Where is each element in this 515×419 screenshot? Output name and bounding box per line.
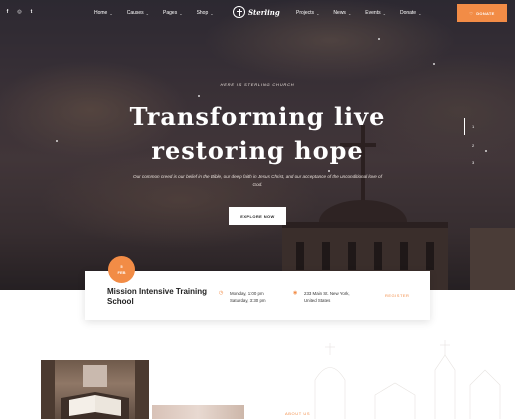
hero-headline-line-1: Transforming live — [129, 102, 386, 131]
chevron-down-icon: ⌄ — [382, 10, 386, 16]
event-time-line-2: Saturday, 3:30 pm — [230, 298, 266, 303]
event-date-badge: 5 FEB — [108, 256, 135, 283]
instagram-icon[interactable]: ◎ — [17, 9, 22, 16]
event-time-line-1: Monday, 1:00 pm — [230, 291, 264, 296]
cross-logo-icon — [233, 6, 245, 18]
bible-illustration — [41, 360, 149, 419]
event-register-link[interactable]: REGISTER — [385, 293, 409, 298]
location-pin-icon: ◉ — [293, 290, 298, 296]
main-menu-left: Home ⌄ Causes ⌄ Pages ⌄ Shop ⌄ — [94, 10, 214, 16]
nav-item-label: Causes — [126, 10, 144, 16]
hero-lead-text: Our common creed is our belief in the Bi… — [133, 174, 382, 187]
event-time: Monday, 1:00 pm Saturday, 3:30 pm — [230, 290, 266, 304]
chevron-down-icon: ⌄ — [145, 10, 150, 16]
event-location-line-2: United States — [304, 298, 331, 303]
nav-item-label: Shop — [196, 10, 209, 16]
event-location: 233 Main St. New York, United States — [304, 290, 350, 304]
nav-item-label: Projects — [296, 10, 315, 16]
chevron-down-icon: ⌄ — [316, 10, 320, 16]
chevron-down-icon: ⌄ — [418, 10, 422, 16]
nav-item-donate[interactable]: Donate ⌄ — [400, 10, 421, 16]
donate-button[interactable]: ♡ DONATE — [457, 4, 507, 22]
heart-icon: ♡ — [469, 10, 474, 16]
nav-item-events[interactable]: Events ⌄ — [365, 10, 386, 16]
social-links: f ◎ t — [5, 9, 34, 16]
chevron-down-icon: ⌄ — [210, 10, 214, 16]
nav-item-label: Pages — [163, 10, 178, 16]
logo-text: Sterling — [248, 7, 280, 17]
clock-icon: ◷ — [219, 290, 224, 296]
secondary-photo — [152, 405, 244, 419]
hero-eyebrow: HERE IS STERLING CHURCH — [220, 82, 295, 87]
main-menu-right: Projects ⌄ News ⌄ Events ⌄ Donate ⌄ — [296, 10, 421, 16]
chevron-down-icon: ⌄ — [109, 10, 113, 16]
nav-item-label: Home — [94, 10, 108, 16]
chevron-down-icon: ⌄ — [347, 10, 352, 16]
site-logo[interactable]: Sterling — [233, 6, 280, 18]
nav-item-causes[interactable]: Causes ⌄ — [127, 10, 149, 16]
nav-item-shop[interactable]: Shop ⌄ — [197, 10, 214, 16]
donate-button-label: DONATE — [476, 10, 495, 16]
top-navbar: f ◎ t Home ⌄ Causes ⌄ Pages ⌄ Shop ⌄ Ste… — [0, 0, 515, 26]
event-date-month: FEB — [117, 269, 126, 275]
twitter-icon[interactable]: t — [29, 9, 34, 16]
about-us-label: ABOUT US — [285, 411, 311, 416]
nav-item-news[interactable]: News ⌄ — [333, 10, 351, 16]
facebook-icon[interactable]: f — [5, 9, 10, 16]
nav-item-label: News — [333, 10, 346, 16]
nav-item-home[interactable]: Home ⌄ — [94, 10, 113, 16]
event-title[interactable]: Mission Intensive Training School — [107, 287, 227, 307]
nav-item-label: Events — [365, 10, 381, 16]
church-interior-photo — [41, 360, 149, 419]
explore-now-button[interactable]: EXPLORE NOW — [229, 207, 286, 225]
hero-headline-line-2: restoring hope — [151, 136, 364, 165]
chevron-down-icon: ⌄ — [179, 10, 183, 16]
nav-item-label: Donate — [399, 10, 417, 16]
event-location-line-1: 233 Main St. New York, — [304, 291, 350, 296]
nav-item-projects[interactable]: Projects ⌄ — [296, 10, 319, 16]
nav-item-pages[interactable]: Pages ⌄ — [163, 10, 183, 16]
church-sketch-illustration — [314, 340, 501, 419]
